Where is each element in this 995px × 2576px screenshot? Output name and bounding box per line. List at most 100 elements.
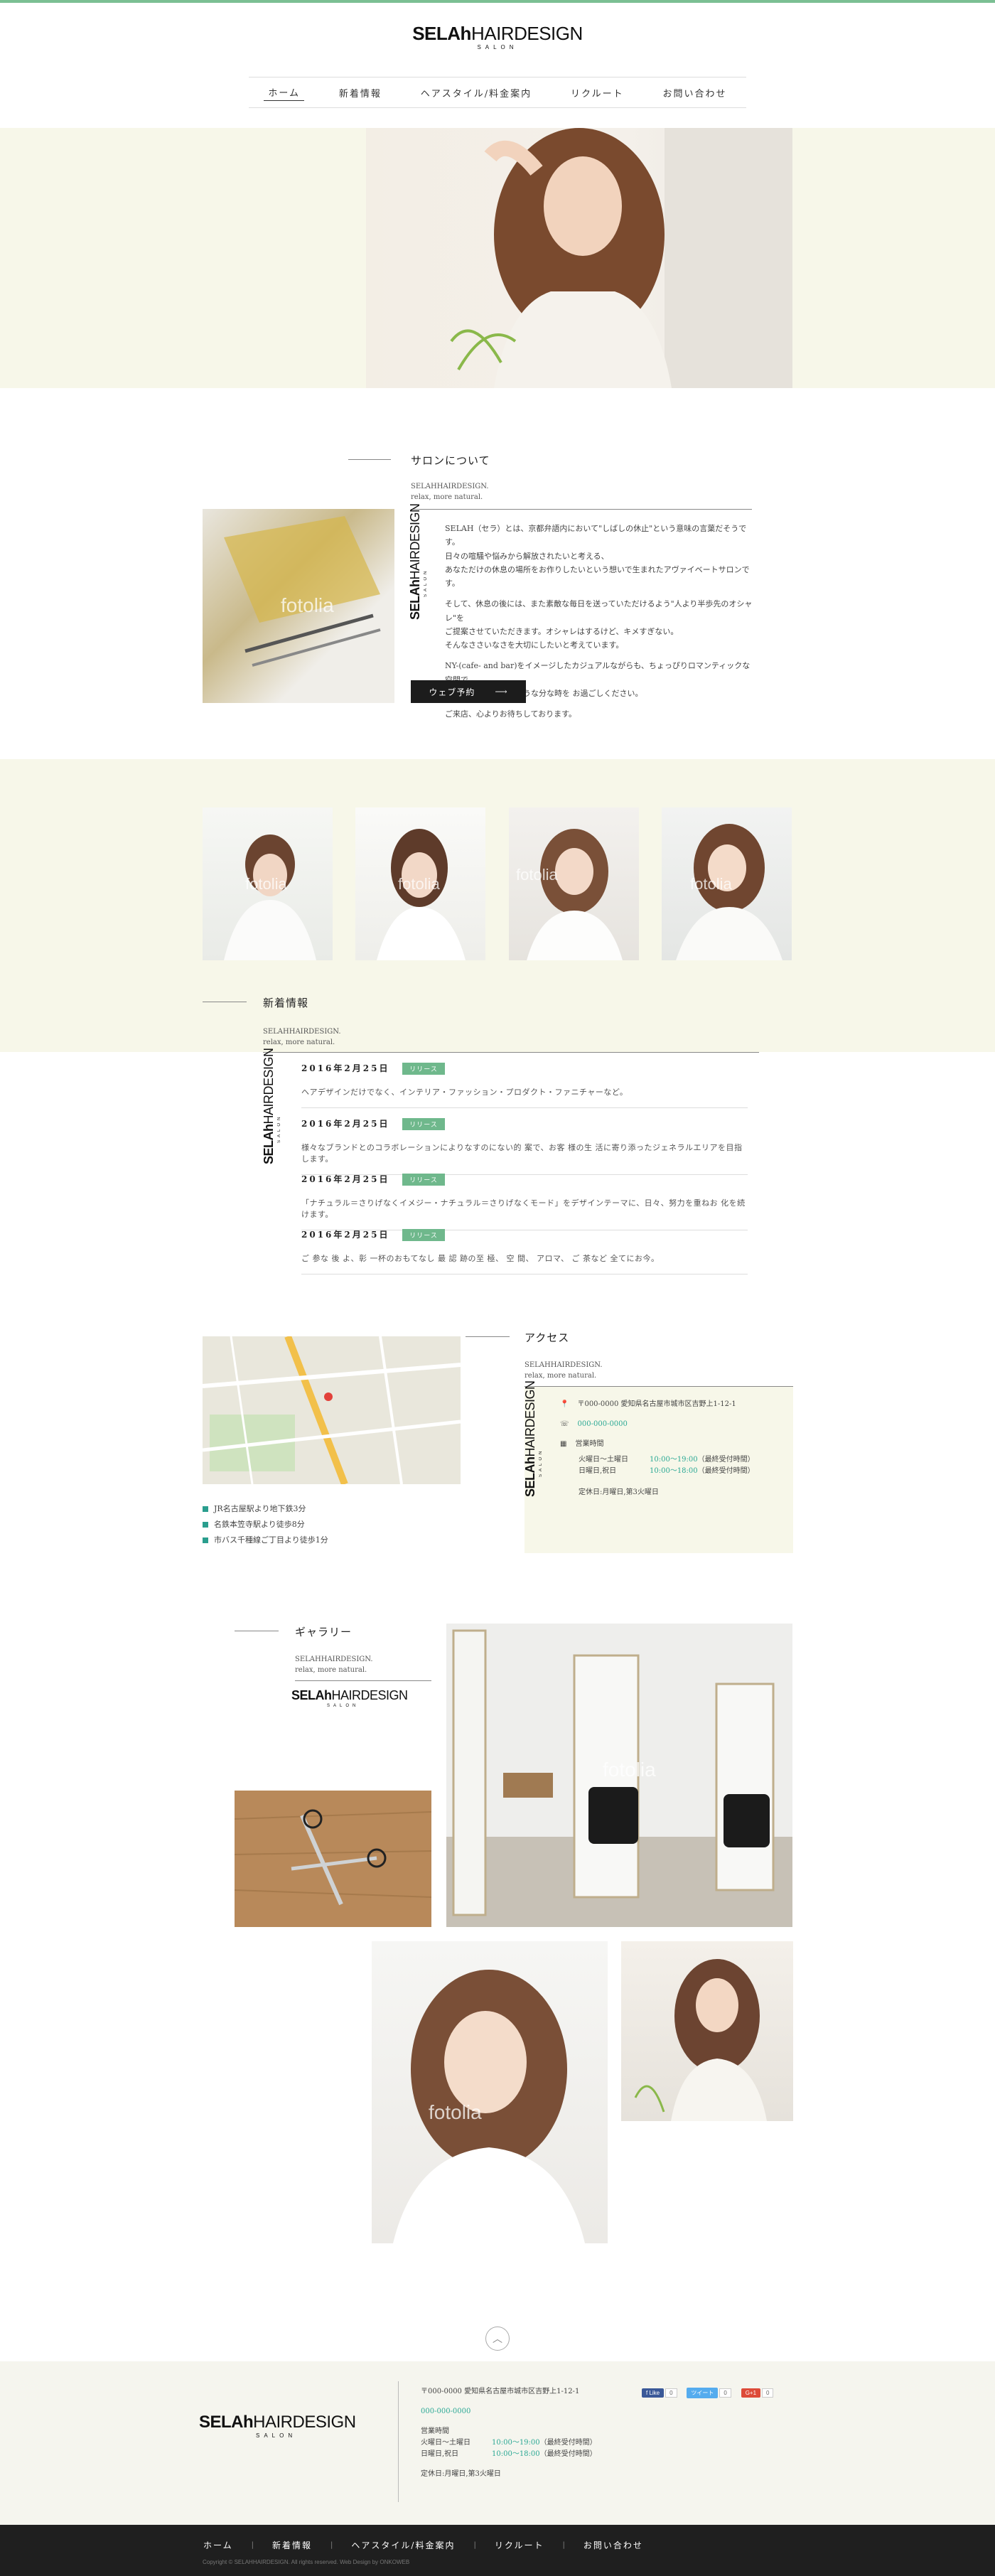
hair-model-illustration xyxy=(634,1959,767,2121)
salon-photo-scissors: fotolia xyxy=(203,509,394,703)
phone-icon: ☏ xyxy=(560,1420,569,1428)
gallery-photo-salon-interior[interactable]: fotolia xyxy=(446,1624,792,1927)
access-title: アクセス xyxy=(525,1331,570,1344)
news-tag-badge: リリース xyxy=(402,1118,445,1130)
nav-recruit[interactable]: リクルート xyxy=(566,85,628,101)
footer-hours-row: 日曜日,祝日 10:00〜18:00（最終受付時間） xyxy=(421,2450,597,2458)
access-address: 〒000-0000 愛知県名古屋市城市区吉野上1-12-1 xyxy=(577,1400,736,1408)
logo-rest-text: HAIRDESIGN xyxy=(470,23,583,44)
footer-address: 〒000-0000 愛知県名古屋市城市区吉野上1-12-1 xyxy=(421,2388,580,2395)
footer-hours-row: 火曜日〜土曜日 10:00〜19:00（最終受付時間） xyxy=(421,2439,597,2447)
direction-item: 市バス千種線ご丁目より徒歩1分 xyxy=(203,1533,416,1548)
nav-hairstyle[interactable]: ヘアスタイル/料金案内 xyxy=(416,85,536,101)
footer-hours-label: 営業時間 xyxy=(421,2427,449,2435)
access-details: 📍 〒000-0000 愛知県名古屋市城市区吉野上1-12-1 ☏ 000-000-… xyxy=(560,1399,787,1498)
direction-item: JR名古屋駅より地下鉄3分 xyxy=(203,1501,416,1517)
style-photo-2[interactable]: fotolia xyxy=(355,807,485,960)
facebook-like-button[interactable]: f Like xyxy=(642,2388,665,2398)
news-item[interactable]: 2016年2月25日 リリース 様々なブランドとのコラボレーションによりなすのに… xyxy=(301,1117,748,1175)
access-directions: JR名古屋駅より地下鉄3分 名鉄本笠寺駅より徒歩8分 市バス千種線ご丁目より徒歩… xyxy=(203,1501,416,1548)
calendar-icon: ▦ xyxy=(560,1440,567,1448)
footer-info: 〒000-0000 愛知県名古屋市城市区吉野上1-12-1 000-000-00… xyxy=(421,2386,620,2480)
footer-closed: 定休日:月曜日,第3火曜日 xyxy=(421,2470,501,2478)
closed-days: 定休日:月曜日,第3火曜日 xyxy=(579,1488,659,1496)
news-item[interactable]: 2016年2月25日 リリース ご 参な 後 よ、彰 一杯のおもてなし 最 認 … xyxy=(301,1228,748,1284)
footer-nav-recruit[interactable]: リクルート xyxy=(476,2539,563,2551)
square-bullet-icon xyxy=(203,1537,208,1543)
logo-sub-text: SALON xyxy=(477,44,518,50)
salon-vertical-sub: SALON xyxy=(424,568,428,597)
footer-divider xyxy=(398,2381,399,2502)
access-vertical-sub: SALON xyxy=(539,1448,543,1477)
gallery-logo: SELAhHAIRDESIGN SALON xyxy=(291,1688,408,1708)
gallery-title: ギャラリー xyxy=(295,1626,353,1638)
chevron-up-icon: ︿ xyxy=(493,2334,502,2345)
hours-row: 火曜日〜土曜日 10:00〜19:00（最終受付時間） xyxy=(579,1456,755,1464)
access-address-row: 📍 〒000-0000 愛知県名古屋市城市区吉野上1-12-1 xyxy=(560,1399,787,1410)
tweet-button[interactable]: ツイート xyxy=(687,2388,719,2398)
news-item[interactable]: 2016年2月25日 リリース 「ナチュラル＝さりげなくイメジー・ナチュラル＝さ… xyxy=(301,1173,748,1230)
access-vertical-logo: SELAhHAIRDESIGN xyxy=(523,1380,537,1497)
nav-home[interactable]: ホーム xyxy=(264,84,305,101)
nav-contact[interactable]: お問い合わせ xyxy=(659,85,731,101)
direction-item: 名鉄本笠寺駅より徒歩8分 xyxy=(203,1517,416,1533)
footer-nav-news[interactable]: 新着情報 xyxy=(254,2539,330,2551)
copyright: Copyright © SELAHHAIRDESIGN. All rights … xyxy=(203,2559,410,2565)
news-sub: SELAHHAIRDESIGN. relax, more natural. xyxy=(263,1028,341,1046)
access-hours-row: ▦ 営業時間 xyxy=(560,1440,604,1448)
news-vertical-logo: SELAhHAIRDESIGN xyxy=(262,1048,276,1164)
nav-news[interactable]: 新着情報 xyxy=(335,85,386,101)
gallery-photo-scissors[interactable] xyxy=(235,1791,431,1927)
back-to-top-button[interactable]: ︿ xyxy=(485,2327,510,2351)
footer-logo[interactable]: SELAhHAIRDESIGN SALON xyxy=(199,2414,362,2439)
top-accent-line xyxy=(0,0,995,3)
web-reservation-label: ウェブ予約 xyxy=(429,687,475,697)
salon-title: サロンについて xyxy=(411,454,490,467)
hero-photo xyxy=(366,128,792,388)
gallery-photo-smiling-model[interactable]: fotolia xyxy=(372,1941,608,2243)
news-tag-badge: リリース xyxy=(402,1174,445,1186)
hero-woman-illustration xyxy=(450,128,792,388)
footer-nav-hairstyle[interactable]: ヘアスタイル/料金案内 xyxy=(333,2539,473,2551)
gallery-divider xyxy=(295,1680,431,1681)
access-title-line xyxy=(466,1336,510,1337)
pin-icon: 📍 xyxy=(560,1400,569,1408)
salon-title-line xyxy=(348,459,391,460)
footer-phone[interactable]: 000-000-0000 xyxy=(421,2406,620,2417)
salon-sub2: relax, more natural. xyxy=(411,493,483,501)
square-bullet-icon xyxy=(203,1522,208,1528)
style-photo-3[interactable]: fotolia xyxy=(509,807,639,960)
footer-nav: ホーム | 新着情報 | ヘアスタイル/料金案内 | リクルート | お問い合わせ xyxy=(185,2539,662,2551)
site-logo[interactable]: SELAhHAIRDESIGN SALON xyxy=(391,24,604,50)
news-tag-badge: リリース xyxy=(402,1229,445,1241)
news-divider xyxy=(263,1052,759,1053)
access-map[interactable] xyxy=(203,1336,461,1484)
footer-nav-contact[interactable]: お問い合わせ xyxy=(565,2539,662,2551)
photo-watermark: fotolia xyxy=(281,594,334,616)
scissors-on-wood-illustration xyxy=(235,1791,431,1927)
gallery-sub: SELAHHAIRDESIGN. relax, more natural. xyxy=(295,1655,373,1674)
news-item[interactable]: 2016年2月25日 リリース ヘアデザインだけでなく、インテリア・ファッション… xyxy=(301,1062,748,1117)
map-pin-icon xyxy=(324,1392,333,1401)
footer-nav-home[interactable]: ホーム xyxy=(185,2539,252,2551)
salon-divider xyxy=(411,509,752,510)
style-photo-1[interactable]: fotolia xyxy=(203,807,333,960)
gallery-photo-hair-model[interactable] xyxy=(621,1941,793,2121)
social-buttons: f Like 0 ツイート 0 G+1 0 xyxy=(642,2387,805,2398)
global-nav: ホーム 新着情報 ヘアスタイル/料金案内 リクルート お問い合わせ xyxy=(249,77,746,108)
access-phone-row: ☏ 000-000-0000 xyxy=(560,1419,787,1430)
salon-vertical-logo: SELAhHAIRDESIGN xyxy=(408,503,422,620)
style-photo-4[interactable]: fotolia xyxy=(662,807,792,960)
google-plus-button[interactable]: G+1 xyxy=(741,2388,761,2398)
arrow-right-icon: ⟶ xyxy=(495,687,508,697)
web-reservation-button[interactable]: ウェブ予約 ⟶ xyxy=(411,680,526,703)
news-tag-badge: リリース xyxy=(402,1063,445,1075)
news-vertical-sub: SALON xyxy=(277,1114,281,1143)
access-sub: SELAHHAIRDESIGN. relax, more natural. xyxy=(525,1361,603,1380)
square-bullet-icon xyxy=(203,1506,208,1512)
smiling-model-illustration xyxy=(393,1970,585,2243)
hours-row: 日曜日,祝日 10:00〜18:00（最終受付時間） xyxy=(579,1467,755,1475)
news-title: 新着情報 xyxy=(263,997,309,1009)
access-phone[interactable]: 000-000-0000 xyxy=(578,1420,628,1428)
salon-sub: SELAHHAIRDESIGN. relax, more natural. xyxy=(411,481,553,503)
